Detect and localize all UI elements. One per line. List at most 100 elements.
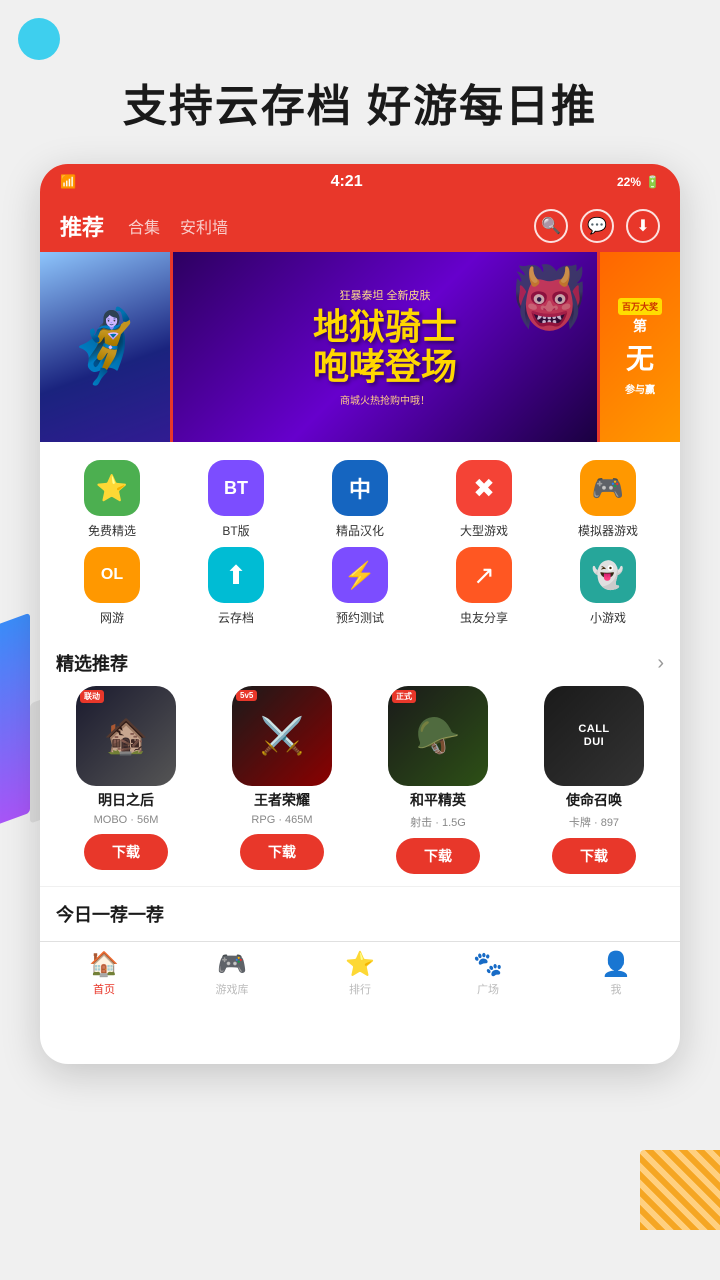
cloud-icon: ⬆ [208, 547, 264, 603]
banner-right-badge: 百万大奖 [618, 298, 662, 315]
category-section: ⭐ 免费精选 BT BT版 中 精品汉化 ✖ 大型游戏 🎮 模拟器游戏 OL [40, 442, 680, 636]
tab-home-label: 首页 [93, 981, 115, 997]
banner-right-big: 第 [633, 319, 647, 333]
mini-game-icon: 👻 [580, 547, 636, 603]
ranking-icon: ⭐ [345, 950, 375, 979]
banner-right[interactable]: 百万大奖 第 无 参与赢 [600, 252, 680, 442]
download-btn-4[interactable]: 下载 [552, 838, 636, 874]
bottom-hint: 今日一荐一荐 [40, 886, 680, 941]
game-list: 联动 🏚️ 明日之后 MOBO · 56M 下载 5v5 ⚔️ 王者荣耀 RPG… [40, 686, 680, 886]
category-online[interactable]: OL 网游 [50, 547, 174, 626]
search-button[interactable]: 🔍 [534, 209, 568, 243]
bottom-hint-text: 今日一荐 [56, 905, 128, 925]
emulator-label: 模拟器游戏 [578, 522, 638, 539]
game-image-4: CALLDUI [544, 686, 644, 786]
category-chinese[interactable]: 中 精品汉化 [298, 460, 422, 539]
square-icon: 🐾 [473, 950, 503, 979]
category-emulator[interactable]: 🎮 模拟器游戏 [546, 460, 670, 539]
message-icon: 💬 [587, 216, 607, 236]
free-label: 免费精选 [88, 522, 136, 539]
status-right: 22% 🔋 [617, 175, 660, 189]
category-large-game[interactable]: ✖ 大型游戏 [422, 460, 546, 539]
nav-icons: 🔍 💬 ⬇ [534, 209, 660, 243]
featured-header: 精选推荐 › [40, 636, 680, 686]
banner-right-number: 无 [626, 337, 654, 377]
message-button[interactable]: 💬 [580, 209, 614, 243]
download-button[interactable]: ⬇ [626, 209, 660, 243]
game-icon-2[interactable]: 5v5 ⚔️ [232, 686, 332, 786]
status-bar: 📶 4:21 22% 🔋 [40, 164, 680, 200]
game-name-4: 使命召唤 [566, 790, 622, 810]
search-icon: 🔍 [541, 216, 561, 236]
tab-library[interactable]: 🎮 游戏库 [168, 950, 296, 997]
large-game-label: 大型游戏 [460, 522, 508, 539]
category-bt[interactable]: BT BT版 [174, 460, 298, 539]
category-mini-game[interactable]: 👻 小游戏 [546, 547, 670, 626]
chinese-icon: 中 [332, 460, 388, 516]
category-cloud[interactable]: ⬆ 云存档 [174, 547, 298, 626]
nav-tab-recommend[interactable]: 安利墙 [180, 214, 228, 238]
blue-stripe-decoration [0, 613, 30, 828]
cloud-label: 云存档 [218, 609, 254, 626]
chinese-label: 精品汉化 [336, 522, 384, 539]
download-btn-1[interactable]: 下载 [84, 834, 168, 870]
banner-main[interactable]: 狂暴泰坦 全新皮肤 地狱骑士咆哮登场 商城火热抢购中哦！ 👹 [173, 252, 597, 442]
banner-sub-text: 狂暴泰坦 全新皮肤 [313, 287, 457, 303]
hero-text: 支持云存档 好游每日推 [0, 0, 720, 164]
online-label: 网游 [100, 609, 124, 626]
tab-bar: 🏠 首页 🎮 游戏库 ⭐ 排行 🐾 广场 👤 我 [40, 941, 680, 1005]
tab-me[interactable]: 👤 我 [552, 950, 680, 997]
download-btn-2[interactable]: 下载 [240, 834, 324, 870]
status-left: 📶 [60, 174, 76, 190]
beta-label: 预约测试 [336, 609, 384, 626]
yellow-corner-decoration [640, 1150, 720, 1230]
game-image-2: ⚔️ [232, 686, 332, 786]
category-share[interactable]: ↗ 虫友分享 [422, 547, 546, 626]
game-icon-4[interactable]: CALLDUI [544, 686, 644, 786]
game-name-1: 明日之后 [98, 790, 154, 810]
nav-tab-collection[interactable]: 合集 [128, 214, 160, 238]
featured-title: 精选推荐 [56, 650, 128, 676]
game-icon-3[interactable]: 正式 🪖 [388, 686, 488, 786]
game-item-3: 正式 🪖 和平精英 射击 · 1.5G 下载 [364, 686, 512, 874]
bt-icon: BT [208, 460, 264, 516]
featured-arrow[interactable]: › [657, 652, 664, 675]
me-icon: 👤 [601, 950, 631, 979]
wifi-icon: 📶 [60, 174, 76, 190]
game-item-4: CALLDUI 使命召唤 卡牌 · 897 下载 [520, 686, 668, 874]
tab-ranking-label: 排行 [349, 981, 371, 997]
mini-game-label: 小游戏 [590, 609, 626, 626]
banner-main-title: 地狱骑士咆哮登场 [313, 307, 457, 386]
game-meta-1: MOBO · 56M [94, 814, 159, 826]
nav-bar: 推荐 合集 安利墙 🔍 💬 ⬇ [40, 200, 680, 252]
home-icon: 🏠 [89, 950, 119, 979]
download-btn-3[interactable]: 下载 [396, 838, 480, 874]
large-game-icon: ✖ [456, 460, 512, 516]
tab-library-label: 游戏库 [216, 981, 249, 997]
game-icon-1[interactable]: 联动 🏚️ [76, 686, 176, 786]
game-item-2: 5v5 ⚔️ 王者荣耀 RPG · 465M 下载 [208, 686, 356, 874]
online-icon: OL [84, 547, 140, 603]
beta-icon: ⚡ [332, 547, 388, 603]
banner-left[interactable]: 🦸‍♀️ [40, 252, 170, 442]
free-icon: ⭐ [84, 460, 140, 516]
library-icon: 🎮 [217, 950, 247, 979]
category-beta[interactable]: ⚡ 预约测试 [298, 547, 422, 626]
share-icon: ↗ [456, 547, 512, 603]
game-item-1: 联动 🏚️ 明日之后 MOBO · 56M 下载 [52, 686, 200, 874]
category-free[interactable]: ⭐ 免费精选 [50, 460, 174, 539]
game-badge-2: 5v5 [236, 690, 257, 701]
category-grid: ⭐ 免费精选 BT BT版 中 精品汉化 ✖ 大型游戏 🎮 模拟器游戏 OL [50, 460, 670, 626]
battery-text: 22% [617, 175, 641, 189]
phone-mockup: 📶 4:21 22% 🔋 推荐 合集 安利墙 🔍 💬 ⬇ 🦸‍♀️ [40, 164, 680, 1064]
nav-title[interactable]: 推荐 [60, 210, 104, 242]
tab-square[interactable]: 🐾 广场 [424, 950, 552, 997]
banner-right-sub: 参与赢 [625, 381, 655, 396]
tab-home[interactable]: 🏠 首页 [40, 950, 168, 997]
tab-square-label: 广场 [477, 981, 499, 997]
game-badge-1: 联动 [80, 690, 104, 703]
banner-main-sub2: 商城火热抢购中哦！ [313, 392, 457, 407]
tab-ranking[interactable]: ⭐ 排行 [296, 950, 424, 997]
game-badge-3: 正式 [392, 690, 416, 703]
emulator-icon: 🎮 [580, 460, 636, 516]
